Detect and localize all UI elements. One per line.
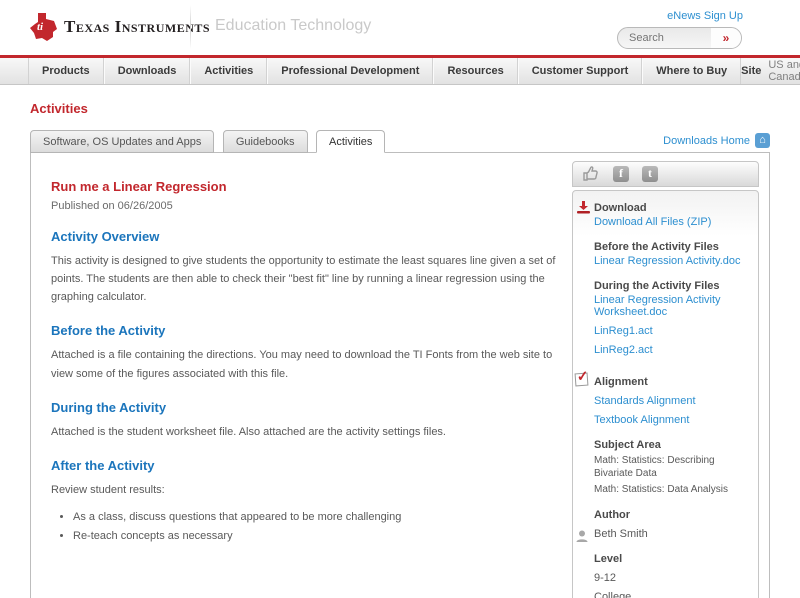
- section-heading-during-activity: During the Activity: [51, 399, 167, 415]
- section-heading-before-activity: Before the Activity: [51, 323, 166, 339]
- search-box: »: [617, 27, 742, 49]
- header-divider: [190, 5, 191, 49]
- page-title: Activities: [30, 101, 88, 116]
- section-body: Attached is the student worksheet file. …: [51, 425, 446, 438]
- download-all-files-link[interactable]: Download All Files (ZIP): [594, 216, 748, 228]
- site-value: US and Canada: [768, 59, 800, 83]
- bullet-item: Re-teach concepts as necessary: [73, 528, 561, 545]
- nav-item-resources[interactable]: Resources: [433, 58, 518, 84]
- search-input[interactable]: [618, 32, 711, 44]
- textbook-alignment-link[interactable]: Textbook Alignment: [594, 414, 748, 426]
- twitter-icon[interactable]: t: [642, 166, 658, 182]
- brand-name: Texas Instruments: [64, 17, 211, 36]
- main-nav: Products Downloads Activities Profession…: [0, 58, 800, 85]
- file-link[interactable]: LinReg1.act: [594, 325, 748, 337]
- file-link[interactable]: Linear Regression Activity.doc: [594, 255, 748, 267]
- division-title: Education Technology: [215, 17, 372, 34]
- author-value: Beth Smith: [594, 528, 648, 540]
- section-body: This activity is designed to give studen…: [51, 255, 556, 304]
- site-selector[interactable]: Site US and Canada: [741, 58, 800, 84]
- file-link[interactable]: Linear Regression Activity Worksheet.doc: [594, 294, 748, 318]
- author-label: Author: [594, 509, 631, 521]
- content-panel: Run me a Linear Regression Published on …: [30, 152, 770, 598]
- download-label: Download: [594, 202, 647, 214]
- alignment-checkmark-icon: [574, 372, 589, 387]
- author-person-icon: [576, 530, 588, 542]
- subject-area-label: Subject Area: [594, 439, 661, 451]
- social-share-bar: f t: [572, 161, 759, 187]
- svg-text:ti: ti: [37, 21, 44, 33]
- article: Run me a Linear Regression Published on …: [51, 179, 561, 545]
- article-title: Run me a Linear Regression: [51, 179, 227, 194]
- published-date: Published on 06/26/2005: [51, 200, 173, 212]
- ti-logo[interactable]: ti Texas Instruments: [30, 13, 210, 41]
- nav-item-professional-development[interactable]: Professional Development: [267, 58, 434, 84]
- standards-alignment-link[interactable]: Standards Alignment: [594, 395, 748, 407]
- tab-activities[interactable]: Activities: [316, 130, 386, 153]
- tab-bar: Software, OS Updates and Apps Guidebooks…: [30, 130, 770, 153]
- nav-item-where-to-buy[interactable]: Where to Buy: [642, 58, 742, 84]
- level-value: 9-12: [594, 572, 617, 584]
- site-header: ti Texas Instruments Education Technolog…: [0, 0, 800, 55]
- search-submit-button[interactable]: »: [711, 28, 741, 48]
- enews-signup-link[interactable]: eNews Sign Up: [667, 10, 743, 22]
- alignment-label: Alignment: [594, 376, 648, 388]
- activity-sidebar: f t Download Download All Files (ZIP) Be…: [572, 161, 759, 598]
- tab-software-os-updates[interactable]: Software, OS Updates and Apps: [30, 130, 215, 153]
- section-heading-activity-overview: Activity Overview: [51, 229, 160, 244]
- nav-item-customer-support[interactable]: Customer Support: [517, 58, 643, 84]
- home-icon[interactable]: ⌂: [755, 133, 770, 148]
- download-info-box: Download Download All Files (ZIP) Before…: [572, 190, 759, 598]
- facebook-icon[interactable]: f: [613, 166, 629, 182]
- like-thumbs-up-icon[interactable]: [582, 166, 600, 182]
- level-value: College: [594, 591, 632, 598]
- review-bullet-list: As a class, discuss questions that appea…: [73, 509, 561, 545]
- bullet-item: As a class, discuss questions that appea…: [73, 509, 561, 526]
- nav-item-downloads[interactable]: Downloads: [103, 58, 191, 84]
- subject-area-value: Math: Statistics: Describing Bivariate D…: [594, 455, 715, 479]
- before-activity-files-label: Before the Activity Files: [594, 241, 719, 253]
- during-activity-files-label: During the Activity Files: [594, 280, 720, 292]
- downloads-home-link[interactable]: Downloads Home: [663, 135, 750, 147]
- site-label: Site: [741, 65, 762, 77]
- ti-texas-logo-icon: ti: [30, 13, 57, 41]
- download-icon: [577, 201, 590, 214]
- section-body: Review student results:: [51, 483, 165, 496]
- file-link[interactable]: LinReg2.act: [594, 344, 748, 356]
- level-label: Level: [594, 553, 623, 565]
- nav-item-activities[interactable]: Activities: [190, 58, 268, 84]
- tab-guidebooks[interactable]: Guidebooks: [222, 130, 308, 153]
- section-body: Attached is a file containing the direct…: [51, 349, 553, 380]
- section-heading-after-activity: After the Activity: [51, 457, 155, 473]
- nav-item-products[interactable]: Products: [28, 58, 104, 84]
- subject-area-value: Math: Statistics: Data Analysis: [594, 484, 728, 495]
